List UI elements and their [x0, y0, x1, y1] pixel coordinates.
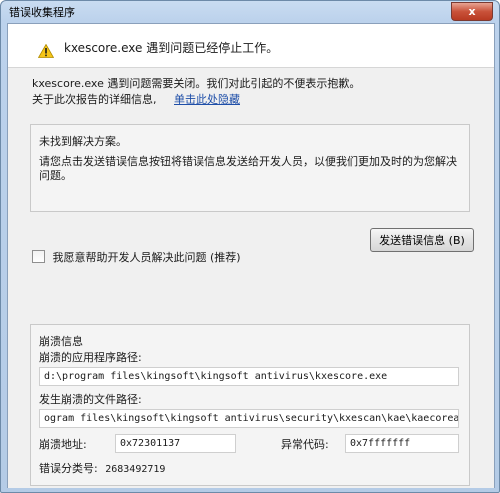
- close-icon: x: [468, 5, 476, 18]
- exception-code-field[interactable]: 0x7fffffff: [345, 434, 459, 453]
- details-area: kxescore.exe 遇到问题需要关闭。我们对此引起的不便表示抱歉。 关于此…: [8, 67, 494, 488]
- crash-address-label: 崩溃地址:: [39, 438, 87, 451]
- window-title: 错误收集程序: [9, 6, 75, 19]
- header-message: kxescore.exe 遇到问题已经停止工作。: [64, 41, 279, 55]
- send-error-button[interactable]: 发送错误信息 (B): [370, 228, 474, 252]
- title-bar[interactable]: 错误收集程序 x: [1, 1, 499, 23]
- crash-address-field[interactable]: 0x72301137: [115, 434, 236, 453]
- file-path-label: 发生崩溃的文件路径:: [39, 393, 142, 406]
- help-checkbox-label: 我愿意帮助开发人员解决此问题 (推荐): [52, 251, 241, 264]
- details-row: 关于此次报告的详细信息, 单击此处隐藏: [32, 92, 360, 108]
- help-option[interactable]: 我愿意帮助开发人员解决此问题 (推荐): [32, 249, 241, 265]
- dialog-body: kxescore.exe 遇到问题已经停止工作。 kxescore.exe 遇到…: [7, 23, 495, 488]
- solution-title: 未找到解决方案。: [39, 135, 127, 148]
- warning-icon: [38, 44, 54, 58]
- details-prefix: 关于此次报告的详细信息,: [32, 93, 157, 106]
- description: kxescore.exe 遇到问题需要关闭。我们对此引起的不便表示抱歉。 关于此…: [32, 76, 360, 108]
- crash-info-title: 崩溃信息: [39, 335, 83, 348]
- hide-details-link[interactable]: 单击此处隐藏: [174, 93, 240, 106]
- help-checkbox[interactable]: [32, 250, 45, 263]
- category-label: 错误分类号:: [39, 462, 98, 475]
- app-path-label: 崩溃的应用程序路径:: [39, 351, 142, 364]
- header-band: kxescore.exe 遇到问题已经停止工作。: [8, 24, 494, 66]
- crash-info-panel: 崩溃信息 崩溃的应用程序路径: d:\program files\kingsof…: [30, 324, 470, 486]
- solution-panel: 未找到解决方案。 请您点击发送错误信息按钮将错误信息发送给开发人员，以便我们更加…: [30, 124, 470, 212]
- error-report-window: 错误收集程序 x kxescore.exe 遇到问题已经停止工作。 kxesco…: [0, 0, 500, 493]
- close-button[interactable]: x: [451, 2, 493, 21]
- app-path-field[interactable]: d:\program files\kingsoft\kingsoft antiv…: [39, 367, 459, 386]
- solution-text: 请您点击发送错误信息按钮将错误信息发送给开发人员，以便我们更加及时的为您解决问题…: [39, 155, 457, 182]
- description-line: kxescore.exe 遇到问题需要关闭。我们对此引起的不便表示抱歉。: [32, 77, 361, 90]
- exception-code-label: 异常代码:: [281, 438, 329, 451]
- category-value: 2683492719: [105, 464, 166, 475]
- error-category: 错误分类号: 2683492719: [39, 460, 165, 476]
- file-path-field[interactable]: ogram files\kingsoft\kingsoft antivirus\…: [39, 409, 459, 428]
